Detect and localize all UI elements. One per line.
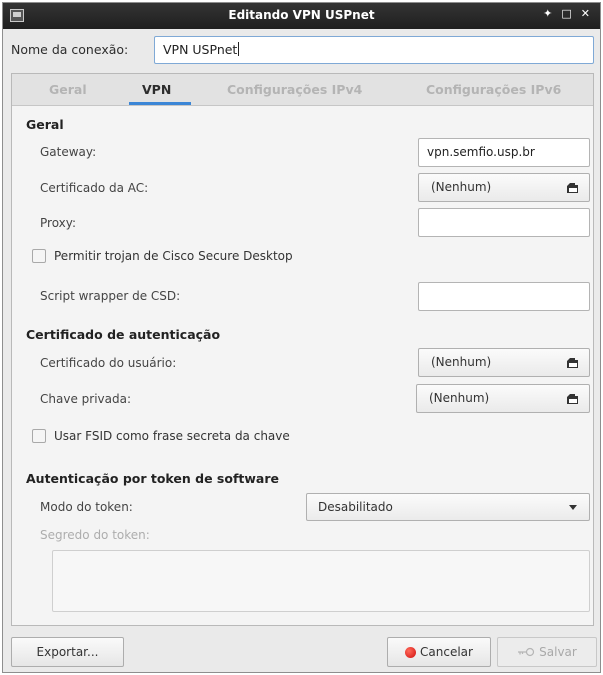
open-file-icon [567, 183, 578, 193]
cancel-icon [405, 646, 417, 658]
trojan-csd-checkbox-row[interactable]: Permitir trojan de Cisco Secure Desktop [32, 249, 293, 263]
cancel-button-label: Cancelar [420, 645, 473, 659]
proxy-input[interactable] [418, 208, 590, 237]
token-mode-value: Desabilitado [318, 500, 393, 514]
gateway-label: Gateway: [40, 145, 97, 159]
open-file-icon [567, 394, 578, 404]
csd-wrapper-label: Script wrapper de CSD: [40, 289, 181, 303]
maximize-icon[interactable]: □ [561, 7, 571, 20]
ca-certificate-value: (Nenhum) [431, 180, 492, 194]
export-button[interactable]: Exportar... [11, 637, 124, 667]
connection-name-label: Nome da conexão: [11, 42, 129, 57]
ca-certificate-label: Certificado da AC: [40, 181, 149, 195]
chevron-down-icon [569, 505, 577, 510]
save-icon [518, 647, 535, 657]
token-mode-label: Modo do token: [40, 500, 133, 514]
fsid-label: Usar FSID como frase secreta da chave [54, 429, 290, 443]
open-file-icon [567, 358, 578, 368]
section-title-token-auth: Autenticação por token de software [26, 471, 279, 486]
window-title: Editando VPN USPnet [228, 8, 375, 22]
vpn-tab-content: Geral Gateway: vpn.semfio.usp.br Certifi… [12, 107, 593, 625]
tab-ipv6-settings[interactable]: Configurações IPv6 [426, 82, 561, 97]
connection-name-input[interactable]: VPN USPnet [154, 36, 594, 64]
connection-name-row: Nome da conexão: VPN USPnet [3, 30, 600, 70]
pin-icon[interactable]: ✦ [543, 7, 552, 20]
fsid-checkbox-row[interactable]: Usar FSID como frase secreta da chave [32, 429, 290, 443]
trojan-csd-label: Permitir trojan de Cisco Secure Desktop [54, 249, 293, 263]
section-title-geral: Geral [26, 117, 64, 132]
section-title-auth-certificate: Certificado de autenticação [26, 327, 221, 342]
fsid-checkbox[interactable] [32, 429, 46, 443]
token-secret-textarea[interactable] [52, 550, 590, 612]
save-button-label: Salvar [539, 645, 577, 659]
user-certificate-value: (Nenhum) [431, 355, 492, 369]
tab-bar: Geral VPN Configurações IPv4 Configuraçõ… [12, 74, 593, 106]
trojan-csd-checkbox[interactable] [32, 249, 46, 263]
title-bar[interactable]: Editando VPN USPnet ✦ □ ✕ [3, 3, 600, 29]
ca-certificate-chooser[interactable]: (Nenhum) [418, 173, 590, 202]
tab-vpn[interactable]: VPN [142, 82, 171, 97]
private-key-value: (Nenhum) [429, 391, 490, 405]
vpn-edit-dialog: Editando VPN USPnet ✦ □ ✕ Nome da conexã… [2, 2, 601, 673]
gateway-input[interactable]: vpn.semfio.usp.br [418, 138, 590, 167]
user-certificate-chooser[interactable]: (Nenhum) [418, 348, 590, 377]
token-secret-label: Segredo do token: [40, 528, 150, 542]
user-certificate-label: Certificado do usuário: [40, 356, 177, 370]
csd-wrapper-input[interactable] [418, 282, 590, 311]
cancel-button[interactable]: Cancelar [387, 637, 491, 667]
window-controls: ✦ □ ✕ [543, 7, 590, 20]
save-button[interactable]: Salvar [497, 637, 597, 667]
active-tab-indicator [129, 102, 191, 105]
gateway-value: vpn.semfio.usp.br [427, 145, 535, 159]
private-key-chooser[interactable]: (Nenhum) [416, 384, 590, 413]
connection-name-value: VPN USPnet [163, 42, 238, 57]
proxy-label: Proxy: [40, 216, 77, 230]
tab-geral[interactable]: Geral [49, 82, 87, 97]
private-key-label: Chave privada: [40, 392, 131, 406]
tabs-panel: Geral VPN Configurações IPv4 Configuraçõ… [11, 73, 594, 626]
token-mode-select[interactable]: Desabilitado [306, 493, 590, 521]
tab-ipv4-settings[interactable]: Configurações IPv4 [227, 82, 362, 97]
close-icon[interactable]: ✕ [581, 7, 590, 20]
export-button-label: Exportar... [36, 645, 99, 659]
